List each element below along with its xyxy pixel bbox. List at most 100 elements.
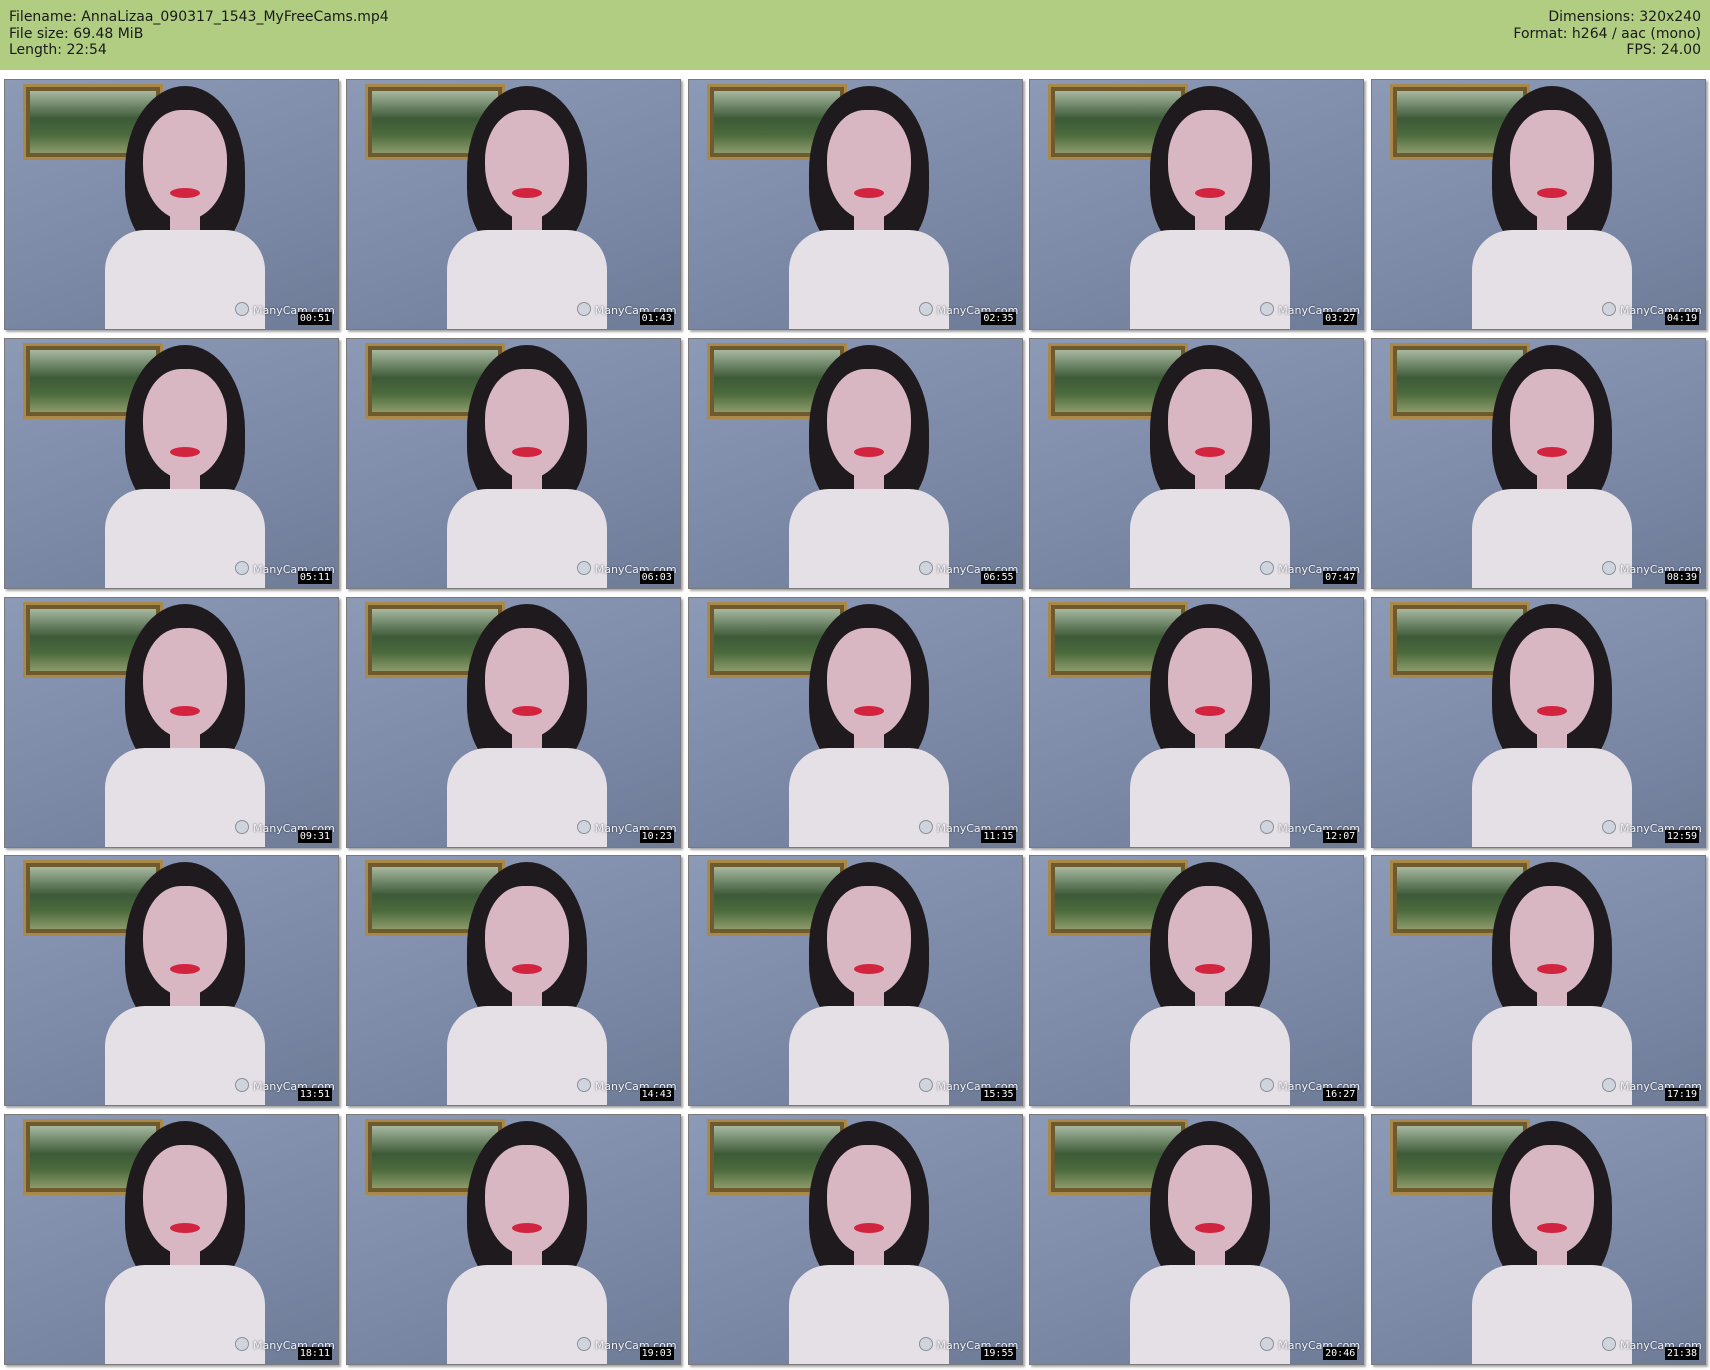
video-thumbnail[interactable]: ManyCam.com 16:27	[1029, 855, 1365, 1107]
video-thumbnail[interactable]: ManyCam.com 21:38	[1371, 1114, 1706, 1365]
timestamp-label: 19:55	[981, 1347, 1016, 1360]
timestamp-label: 05:11	[297, 570, 332, 584]
video-thumbnail[interactable]: ManyCam.com 06:03	[345, 337, 681, 589]
video-thumbnail[interactable]: ManyCam.com 14:43	[345, 855, 681, 1107]
person-lips	[170, 446, 200, 457]
person-lips	[1537, 705, 1567, 716]
video-thumbnail[interactable]: ManyCam.com 09:31	[4, 596, 339, 848]
timestamp-label: 11:15	[981, 829, 1016, 843]
filesize-text: File size: 69.48 MiB	[9, 25, 144, 42]
filename-text: Filename: AnnaLizaa_090317_1543_MyFreeCa…	[9, 9, 389, 25]
person-face	[1510, 627, 1594, 738]
person-face	[484, 368, 569, 479]
video-thumbnail[interactable]: ManyCam.com 01:43	[345, 79, 681, 330]
person-face	[826, 368, 911, 479]
video-thumbnail[interactable]: ManyCam.com 02:35	[687, 79, 1023, 330]
timestamp-label: 03:27	[1323, 312, 1358, 325]
person-lips	[1537, 188, 1567, 198]
video-thumbnail[interactable]: ManyCam.com 19:03	[345, 1114, 681, 1365]
person-lips	[1195, 705, 1226, 716]
person-lips	[1195, 446, 1226, 457]
timestamp-label: 00:51	[297, 312, 332, 325]
video-thumbnail[interactable]: ManyCam.com 20:46	[1029, 1114, 1365, 1365]
video-thumbnail[interactable]: ManyCam.com 18:11	[4, 1114, 339, 1365]
timestamp-label: 12:07	[1323, 829, 1358, 843]
timestamp-label: 20:46	[1323, 1347, 1358, 1360]
video-thumbnail[interactable]: ManyCam.com 15:35	[687, 855, 1023, 1107]
person-face	[1168, 886, 1253, 997]
person-face	[1168, 1145, 1253, 1255]
timestamp-label: 21:38	[1664, 1347, 1699, 1360]
video-thumbnail[interactable]: ManyCam.com 06:55	[687, 337, 1023, 589]
video-thumbnail[interactable]: ManyCam.com 13:51	[4, 855, 339, 1107]
length-text: Length: 22:54	[9, 42, 107, 58]
video-thumbnail[interactable]: ManyCam.com 11:15	[687, 596, 1023, 848]
video-thumbnail[interactable]: ManyCam.com 10:23	[345, 596, 681, 848]
person-face	[1168, 110, 1253, 220]
person-face	[826, 1145, 911, 1255]
timestamp-label: 07:47	[1323, 570, 1358, 584]
video-thumbnail[interactable]: ManyCam.com 07:47	[1029, 337, 1365, 589]
person-face	[143, 627, 227, 738]
timestamp-label: 18:11	[297, 1347, 332, 1360]
dimensions-text: Dimensions: 320x240	[1548, 9, 1701, 25]
timestamp-label: 10:23	[639, 829, 674, 843]
timestamp-label: 14:43	[639, 1088, 674, 1102]
person-face	[1510, 368, 1594, 479]
timestamp-label: 06:03	[639, 570, 674, 584]
video-thumbnail[interactable]: ManyCam.com 05:11	[4, 337, 339, 589]
timestamp-label: 16:27	[1323, 1088, 1358, 1102]
video-thumbnail[interactable]: ManyCam.com 04:19	[1371, 79, 1706, 330]
person-lips	[511, 446, 542, 457]
format-text: Format: h264 / aac (mono)	[1513, 25, 1701, 42]
video-thumbnail[interactable]: ManyCam.com 00:51	[4, 79, 339, 330]
info-header: Filename: AnnaLizaa_090317_1543_MyFreeCa…	[0, 0, 1710, 70]
person-face	[484, 627, 569, 738]
person-face	[484, 110, 569, 220]
person-face	[1168, 368, 1253, 479]
timestamp-label: 04:19	[1664, 312, 1699, 325]
file-info-right: Dimensions: 320x240 Format: h264 / aac (…	[1513, 9, 1701, 59]
person-face	[484, 886, 569, 997]
timestamp-label: 02:35	[981, 312, 1016, 325]
timestamp-label: 12:59	[1664, 829, 1699, 843]
person-lips	[1537, 446, 1567, 457]
person-lips	[853, 188, 884, 198]
person-face	[1510, 886, 1594, 997]
timestamp-label: 08:39	[1664, 570, 1699, 584]
person-face	[1510, 110, 1594, 220]
person-lips	[170, 188, 200, 198]
person-face	[143, 368, 227, 479]
person-lips	[511, 188, 542, 198]
timestamp-label: 17:19	[1664, 1088, 1699, 1102]
person-face	[143, 1145, 227, 1255]
person-face	[826, 110, 911, 220]
person-face	[1168, 627, 1253, 738]
person-face	[484, 1145, 569, 1255]
video-thumbnail[interactable]: ManyCam.com 12:07	[1029, 596, 1365, 848]
timestamp-label: 01:43	[639, 312, 674, 325]
timestamp-label: 06:55	[981, 570, 1016, 584]
person-lips	[511, 1223, 542, 1233]
timestamp-label: 19:03	[639, 1347, 674, 1360]
person-lips	[170, 705, 200, 716]
person-face	[826, 886, 911, 997]
person-lips	[853, 1223, 884, 1233]
video-thumbnail[interactable]: ManyCam.com 03:27	[1029, 79, 1365, 330]
timestamp-label: 13:51	[297, 1088, 332, 1102]
video-thumbnail[interactable]: ManyCam.com 08:39	[1371, 337, 1706, 589]
video-thumbnail[interactable]: ManyCam.com 17:19	[1371, 855, 1706, 1107]
person-face	[143, 886, 227, 997]
person-lips	[1537, 1223, 1567, 1233]
timestamp-label: 09:31	[297, 829, 332, 843]
person-lips	[511, 705, 542, 716]
thumbnail-grid: ManyCam.com 00:51 ManyCam.com 01:43 ManyCam.…	[4, 79, 1706, 1365]
person-lips	[170, 1223, 200, 1233]
video-thumbnail[interactable]: ManyCam.com 19:55	[687, 1114, 1023, 1365]
video-thumbnail[interactable]: ManyCam.com 12:59	[1371, 596, 1706, 848]
fps-text: FPS: 24.00	[1626, 42, 1701, 58]
file-info-left: Filename: AnnaLizaa_090317_1543_MyFreeCa…	[9, 9, 389, 59]
person-lips	[853, 446, 884, 457]
timestamp-label: 15:35	[981, 1088, 1016, 1102]
person-face	[143, 110, 227, 220]
